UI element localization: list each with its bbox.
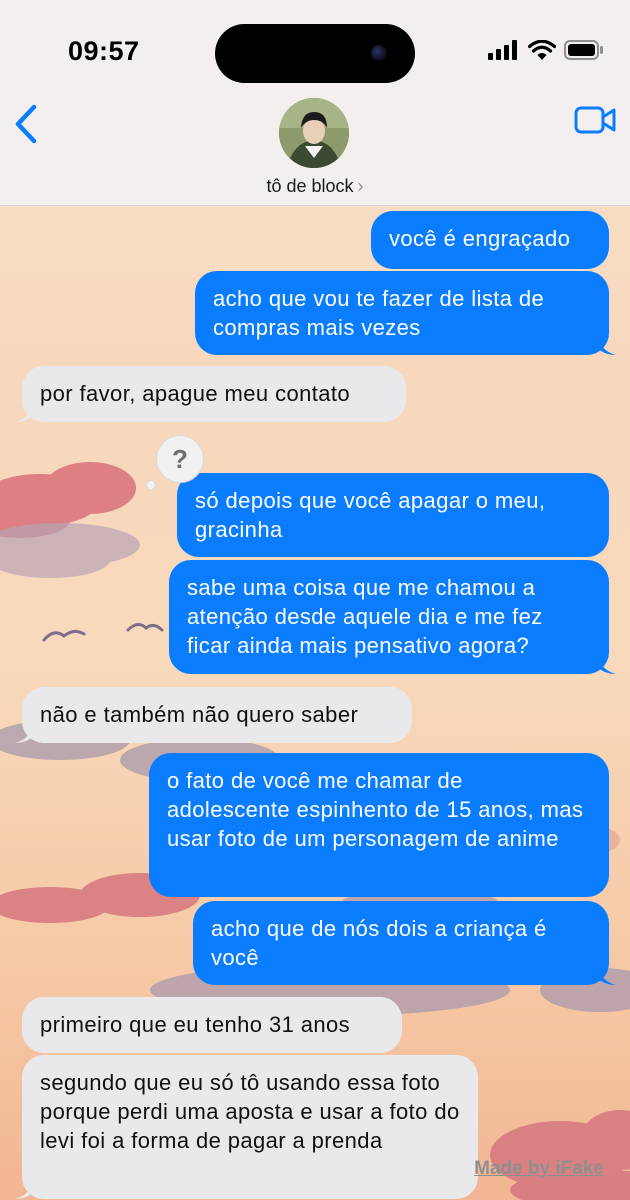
watermark: Made by iFake xyxy=(474,1158,604,1179)
message-bubble-outgoing[interactable]: o fato de você me chamar de adolescente … xyxy=(149,753,609,897)
message-text: o fato de você me chamar de adolescente … xyxy=(167,768,584,851)
message-bubble-incoming[interactable]: não e também não quero saber xyxy=(15,687,412,743)
message-text: só depois que você apagar o meu, gracinh… xyxy=(195,488,546,542)
message-text: você é engraçado xyxy=(389,226,571,251)
message-bubble-outgoing[interactable]: acho que de nós dois a criança é você xyxy=(193,901,616,985)
bubble-tail xyxy=(596,963,616,985)
conversation-header: 09:57 tô de block › xyxy=(0,0,630,206)
bubble-tail xyxy=(15,400,35,422)
status-icons xyxy=(488,40,604,60)
tapback-dot xyxy=(146,480,156,490)
contact-name: tô de block xyxy=(266,176,354,196)
message-bubble-outgoing[interactable]: sabe uma coisa que me chamou a atenção d… xyxy=(169,560,616,674)
status-time: 09:57 xyxy=(68,36,140,66)
question-tapback-icon[interactable]: ? xyxy=(156,435,204,483)
bubble-tail xyxy=(596,652,616,674)
bubble-tail xyxy=(596,333,616,355)
message-thread[interactable]: você é engraçado acho que vou te fazer d… xyxy=(0,206,630,1200)
wifi-icon xyxy=(528,40,556,60)
facetime-video-button[interactable] xyxy=(574,104,616,136)
bubble-tail xyxy=(15,721,35,743)
message-bubble-outgoing[interactable]: só depois que você apagar o meu, gracinh… xyxy=(177,473,609,557)
message-bubble-outgoing[interactable]: você é engraçado xyxy=(371,211,609,269)
chevron-right-icon: › xyxy=(357,176,364,196)
message-text: sabe uma coisa que me chamou a atenção d… xyxy=(187,575,543,658)
message-bubble-incoming[interactable]: segundo que eu só tô usando essa foto po… xyxy=(15,1055,478,1199)
video-camera-icon xyxy=(574,106,616,134)
bubble-tail xyxy=(15,1177,35,1199)
front-camera xyxy=(371,45,387,61)
contact-avatar[interactable] xyxy=(279,98,349,168)
message-text: por favor, apague meu contato xyxy=(40,381,351,406)
chevron-left-icon xyxy=(15,104,37,144)
battery-icon xyxy=(564,40,603,60)
dynamic-island xyxy=(215,24,415,83)
message-bubble-outgoing[interactable]: acho que vou te fazer de lista de compra… xyxy=(195,271,616,355)
message-text: não e também não quero saber xyxy=(40,702,359,727)
message-bubble-incoming[interactable]: por favor, apague meu contato xyxy=(15,366,406,422)
message-text: segundo que eu só tô usando essa foto po… xyxy=(40,1070,460,1153)
message-text: acho que vou te fazer de lista de compra… xyxy=(213,286,545,340)
back-button[interactable] xyxy=(10,103,42,145)
avatar-image xyxy=(279,98,349,168)
message-text: acho que de nós dois a criança é você xyxy=(211,916,547,970)
contact-name-row[interactable]: tô de block › xyxy=(0,176,630,197)
message-bubble-incoming[interactable]: primeiro que eu tenho 31 anos xyxy=(22,997,402,1053)
cellular-signal-icon xyxy=(488,40,517,60)
message-text: primeiro que eu tenho 31 anos xyxy=(40,1012,351,1037)
